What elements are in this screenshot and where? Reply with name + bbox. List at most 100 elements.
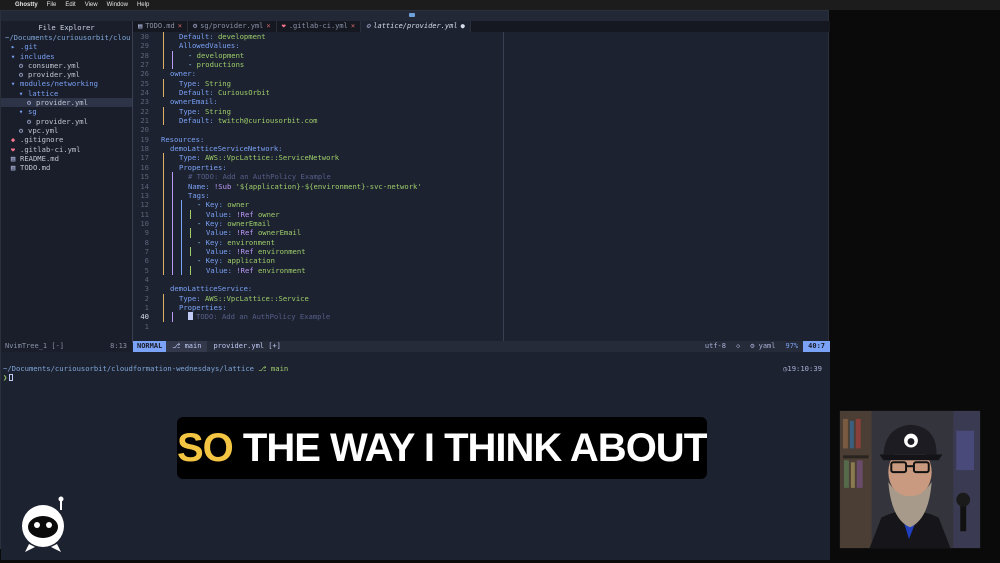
tree-item[interactable]: ▤ README.md [1,154,132,163]
tree-item[interactable]: ▤ TODO.md [1,163,132,172]
indent-guide [163,88,164,98]
line-number: 30 [140,32,149,41]
code-token: Type: [179,153,205,163]
code-line: 15 # TODO: Add an AuthPolicy Example [133,172,503,182]
code-token: demoLatticeService: [170,284,253,294]
close-tab-icon[interactable]: × [178,22,182,30]
code-token: environment [227,237,275,247]
menubar-app-name[interactable]: Ghostty [15,2,38,8]
tree-item[interactable]: ❤ .gitlab-ci.yml [1,145,132,154]
code-line: 14 Name: !Sub '${application}-${environme… [133,181,503,191]
indent-guide [163,181,164,191]
indent-guide [172,200,173,210]
tree-item[interactable]: ▾ modules/networking [1,79,132,88]
indent-guide [163,78,164,89]
mode-indicator: NORMAL [133,341,167,352]
clock-time: 19:10:39 [787,364,822,373]
code-token: Default: [179,32,218,41]
code-token: Key: [205,256,228,266]
tree-item[interactable]: ▾ sg [1,107,132,116]
window-titlebar[interactable] [1,11,828,21]
curiousorbit-logo-icon [22,496,64,552]
menu-view[interactable]: View [85,2,98,8]
modified-indicator-icon[interactable]: ● [461,22,465,30]
tree-item[interactable]: ⚙ provider.yml [1,98,132,108]
code-token: !Sub [213,181,236,191]
code-line: 24 Default: CuriousOrbit [133,88,503,98]
indent-guide [163,162,164,173]
line-number: 8 [144,237,149,247]
indent-guide [163,209,164,219]
buffer-tab[interactable]: ⚙ lattice/provider.yml ● [361,21,471,32]
menu-help[interactable]: Help [137,2,149,8]
line-number: 20 [140,125,149,135]
video-caption: SO THE WAY I THINK ABOUT IT, IF YOU [177,417,707,479]
buffer-tab[interactable]: ❤ .gitlab-ci.yml × [277,21,362,32]
indent-guide [163,256,164,266]
buffer-tab-label: lattice/provider.yml [373,22,458,30]
menubar: Ghostty File Edit View Window Help [0,0,1000,10]
close-tab-icon[interactable]: × [266,22,270,30]
line-number: 28 [140,50,149,60]
tree-item[interactable]: ▸ .git [1,42,132,51]
tree-item[interactable]: ⚙ consumer.yml [1,61,132,70]
tree-item[interactable]: ⚙ vpc.yml [1,126,132,135]
code-token: ownerEmail [257,228,302,238]
code-token: application [227,256,275,266]
tree-item[interactable]: ▾ includes [1,52,132,61]
indent-guide [190,246,191,257]
buffer-tab[interactable]: ▤ TODO.md × [133,21,188,32]
code-line: 5 Value: !Ref environment [133,265,503,275]
code-token: # TODO: Add an AuthPolicy Example [188,172,331,182]
tree-item[interactable]: ⚙ provider.yml [1,117,132,126]
gear-icon: ⚙ [26,98,32,108]
code-token: environment [257,265,306,275]
shell-input-line[interactable]: ❯ [3,373,14,383]
tree-item-label: provider.yml [36,116,88,126]
indent-guide [163,41,164,51]
code-token: !Ref [236,265,258,275]
code-token: Properties: [179,162,227,172]
code-line: 20 [133,125,503,134]
caption-text: THE WAY I THINK ABOUT IT, IF YOU [242,426,707,470]
menu-edit[interactable]: Edit [65,2,75,8]
code-token: '${application}-${environment}-svc-netwo… [235,181,422,191]
line-number: 19 [140,134,149,144]
tree-item[interactable]: ▾ lattice [1,89,132,98]
code-editor[interactable]: 30 Default: development 29 AllowedValues: 28… [133,32,503,341]
code-token: Key: [205,218,228,228]
buffer-tab[interactable]: ⚙ sg/provider.yml × [188,21,277,32]
code-token: - [197,200,206,210]
line-number: 27 [140,60,149,70]
tree-item[interactable]: ⚙ provider.yml [1,70,132,79]
tab-indicator-icon [409,13,415,17]
code-token: AllowedValues: [179,41,240,51]
tree-item-label: modules/networking [20,79,98,89]
indent-guide [172,265,173,275]
code-line: 1 Properties: [133,302,503,313]
code-token: Tags: [188,190,210,200]
tree-item-label: vpc.yml [28,125,59,135]
indent-guide [163,153,164,163]
file-explorer-title: File Explorer [38,23,95,32]
indent-guide [181,246,182,257]
line-number: 15 [140,172,149,182]
code-token: - [197,237,206,247]
code-token: - [188,60,197,70]
code-line: 2 Type: AWS::VpcLattice::Service [133,293,503,303]
tree-buffer-name: NvimTree_1 [-] [5,342,65,350]
code-line: 22 Type: String [133,106,503,117]
line-number: 26 [140,69,149,79]
menu-window[interactable]: Window [107,2,128,8]
menu-file[interactable]: File [47,2,57,8]
code-token: Name: [188,181,214,191]
indent-guide [163,190,164,201]
code-line: 8 - Key: environment [133,237,503,247]
tree-item[interactable]: ◆ .gitignore [1,135,132,144]
line-number: 11 [140,209,149,219]
indent-guide [163,200,164,210]
close-tab-icon[interactable]: × [351,22,355,30]
line-number: 1 [144,321,149,331]
indent-guide [163,60,164,70]
tree-item-label: .gitignore [20,135,64,145]
